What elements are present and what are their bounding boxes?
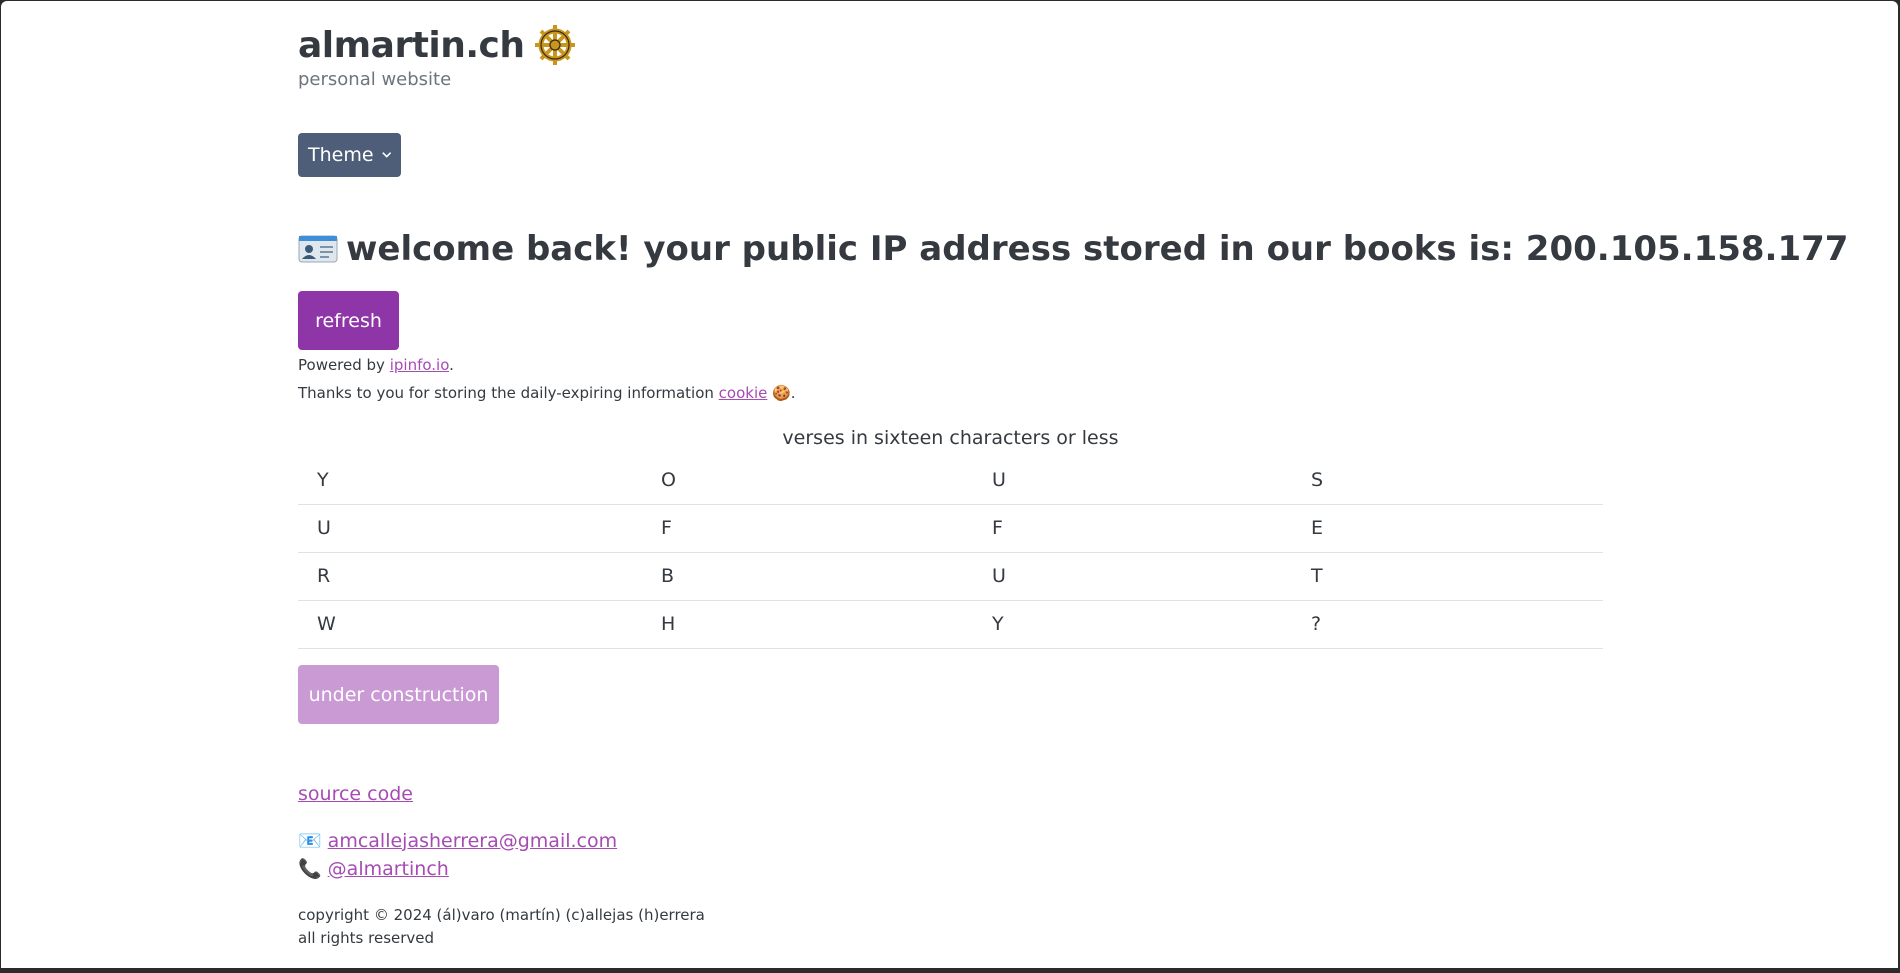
table-cell: R bbox=[298, 552, 642, 601]
source-code-link[interactable]: source code bbox=[298, 783, 413, 805]
site-subtitle: personal website bbox=[298, 69, 452, 90]
browser-viewport: almartin.ch personal website Theme welco… bbox=[1, 1, 1898, 968]
cookie-notice-suffix: 🍪. bbox=[772, 384, 796, 402]
table-cell: B bbox=[642, 552, 973, 601]
table-cell: U bbox=[298, 504, 642, 553]
theme-button-label: Theme bbox=[308, 144, 374, 166]
powered-suffix: . bbox=[449, 356, 454, 374]
verses-grid: Y O U S U F F E R B U T W H Y ? bbox=[298, 456, 1603, 649]
table-cell: S bbox=[1292, 456, 1603, 505]
table-cell: E bbox=[1292, 504, 1603, 553]
verses-table: verses in sixteen characters or less Y O… bbox=[298, 416, 1603, 649]
table-row: U F F E bbox=[298, 504, 1603, 553]
cookie-notice: Thanks to you for storing the daily-expi… bbox=[298, 384, 796, 402]
phone-icon: 📞 bbox=[298, 858, 322, 880]
phone-contact: 📞 @almartinch bbox=[298, 857, 449, 881]
refresh-button[interactable]: refresh bbox=[298, 291, 399, 350]
verses-caption: verses in sixteen characters or less bbox=[782, 427, 1119, 449]
copyright-text: copyright © 2024 (ál)varo (martín) (c)al… bbox=[298, 906, 705, 924]
rights-text: all rights reserved bbox=[298, 929, 435, 947]
powered-by-line: Powered by ipinfo.io. bbox=[298, 356, 454, 374]
table-row: W H Y ? bbox=[298, 600, 1603, 649]
powered-prefix: Powered by bbox=[298, 356, 390, 374]
email-icon: 📧 bbox=[298, 830, 322, 852]
handle-link[interactable]: @almartinch bbox=[328, 858, 449, 880]
under-construction-button[interactable]: under construction bbox=[298, 665, 499, 724]
site-title[interactable]: almartin.ch bbox=[298, 25, 525, 66]
chevron-down-icon bbox=[381, 152, 391, 158]
ip-headline: welcome back! your public IP address sto… bbox=[298, 229, 1848, 269]
table-cell: F bbox=[973, 504, 1292, 553]
cookie-notice-text: Thanks to you for storing the daily-expi… bbox=[298, 384, 719, 402]
table-cell: W bbox=[298, 600, 642, 649]
table-cell: H bbox=[642, 600, 973, 649]
table-cell: F bbox=[642, 504, 973, 553]
table-cell: ? bbox=[1292, 600, 1603, 649]
cookie-link[interactable]: cookie bbox=[719, 384, 768, 402]
ipinfo-link[interactable]: ipinfo.io bbox=[390, 356, 449, 374]
email-link[interactable]: amcallejasherrera@gmail.com bbox=[328, 830, 617, 852]
table-cell: Y bbox=[973, 600, 1292, 649]
table-cell: Y bbox=[298, 456, 642, 505]
site-brand: almartin.ch bbox=[298, 23, 577, 67]
email-contact: 📧 amcallejasherrera@gmail.com bbox=[298, 829, 617, 853]
ship-wheel-icon bbox=[534, 25, 575, 65]
table-cell: U bbox=[973, 456, 1292, 505]
table-row: Y O U S bbox=[298, 456, 1603, 505]
table-cell: T bbox=[1292, 552, 1603, 601]
theme-dropdown-button[interactable]: Theme bbox=[298, 133, 401, 177]
table-row: R B U T bbox=[298, 552, 1603, 601]
table-cell: O bbox=[642, 456, 973, 505]
id-card-icon bbox=[298, 235, 338, 263]
table-cell: U bbox=[973, 552, 1292, 601]
headline-text: welcome back! your public IP address sto… bbox=[346, 229, 1849, 269]
